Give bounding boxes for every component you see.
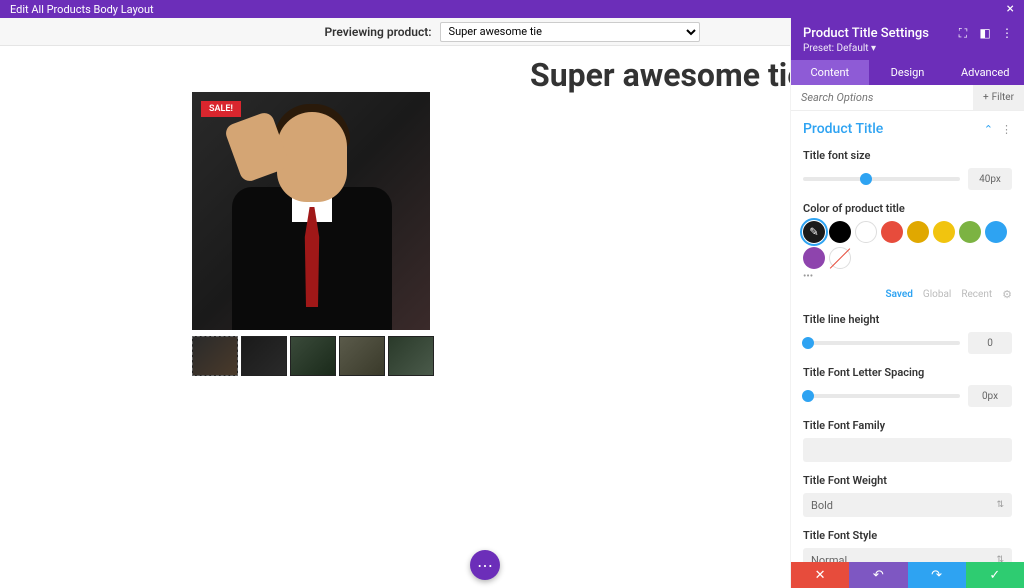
filter-button[interactable]: + Filter	[973, 85, 1024, 110]
font-family-input[interactable]	[803, 438, 1012, 462]
font-size-value[interactable]: 40px	[968, 168, 1012, 190]
sale-badge: SALE!	[201, 101, 241, 117]
undo-button[interactable]: ↶	[849, 562, 907, 588]
product-thumbnails	[192, 336, 790, 376]
product-title-text: Super awesome tie	[530, 56, 805, 94]
color-tab-global[interactable]: Global	[923, 289, 951, 300]
line-height-label: Title line height	[803, 313, 1012, 326]
cancel-button[interactable]: ✕	[791, 562, 849, 588]
letter-spacing-value[interactable]: 0px	[968, 385, 1012, 407]
font-weight-select[interactable]: Bold⇅	[803, 493, 1012, 517]
thumbnail-5[interactable]	[388, 336, 434, 376]
font-size-label: Title font size	[803, 149, 1012, 162]
tab-design[interactable]: Design	[869, 60, 947, 85]
line-height-value[interactable]: 0	[968, 332, 1012, 354]
color-swatch-green[interactable]	[959, 221, 981, 243]
color-swatch-black[interactable]	[829, 221, 851, 243]
thumbnail-3[interactable]	[290, 336, 336, 376]
color-label: Color of product title	[803, 202, 1012, 215]
preset-label[interactable]: Preset: Default ▾	[803, 43, 1012, 54]
product-main-image[interactable]: SALE!	[192, 92, 430, 330]
section-title[interactable]: Product Title	[803, 121, 883, 137]
thumbnail-4[interactable]	[339, 336, 385, 376]
section-more-icon[interactable]: ⋮	[1001, 123, 1012, 136]
page-title: Edit All Products Body Layout	[10, 3, 154, 16]
letter-spacing-slider[interactable]	[803, 394, 960, 398]
thumbnail-1[interactable]	[192, 336, 238, 376]
more-icon[interactable]: ⋮	[1000, 26, 1014, 40]
panel-icon[interactable]: ◧	[978, 26, 992, 40]
color-swatch-blue[interactable]	[985, 221, 1007, 243]
search-input[interactable]	[791, 85, 973, 110]
color-swatch-yellow[interactable]	[933, 221, 955, 243]
letter-spacing-label: Title Font Letter Spacing	[803, 366, 1012, 379]
font-weight-label: Title Font Weight	[803, 474, 1012, 487]
color-tab-recent[interactable]: Recent	[961, 289, 992, 300]
tab-content[interactable]: Content	[791, 60, 869, 85]
color-swatch-orange[interactable]	[907, 221, 929, 243]
preview-label: Previewing product:	[324, 25, 431, 39]
save-button[interactable]: ✓	[966, 562, 1024, 588]
close-icon[interactable]: ×	[1007, 1, 1014, 17]
color-swatch-purple[interactable]	[803, 247, 825, 269]
expand-icon[interactable]: ⛶	[956, 26, 970, 40]
font-size-slider[interactable]	[803, 177, 960, 181]
gear-icon[interactable]: ⚙	[1002, 288, 1012, 301]
redo-button[interactable]: ↷	[908, 562, 966, 588]
color-swatch-red[interactable]	[881, 221, 903, 243]
color-tab-saved[interactable]: Saved	[886, 289, 913, 300]
tab-advanced[interactable]: Advanced	[946, 60, 1024, 85]
font-style-label: Title Font Style	[803, 529, 1012, 542]
preview-product-select[interactable]: Super awesome tie	[440, 22, 700, 42]
color-picker-swatch[interactable]	[803, 221, 825, 243]
swatch-more-icon[interactable]: •••	[803, 271, 1012, 282]
font-style-select[interactable]: Normal⇅	[803, 548, 1012, 562]
thumbnail-2[interactable]	[241, 336, 287, 376]
line-height-slider[interactable]	[803, 341, 960, 345]
collapse-icon[interactable]: ⌃	[984, 123, 993, 136]
font-family-label: Title Font Family	[803, 419, 1012, 432]
color-swatch-none[interactable]	[829, 247, 851, 269]
color-swatches	[803, 221, 1012, 269]
fab-more-icon[interactable]: ⋯	[470, 550, 500, 580]
color-swatch-white[interactable]	[855, 221, 877, 243]
